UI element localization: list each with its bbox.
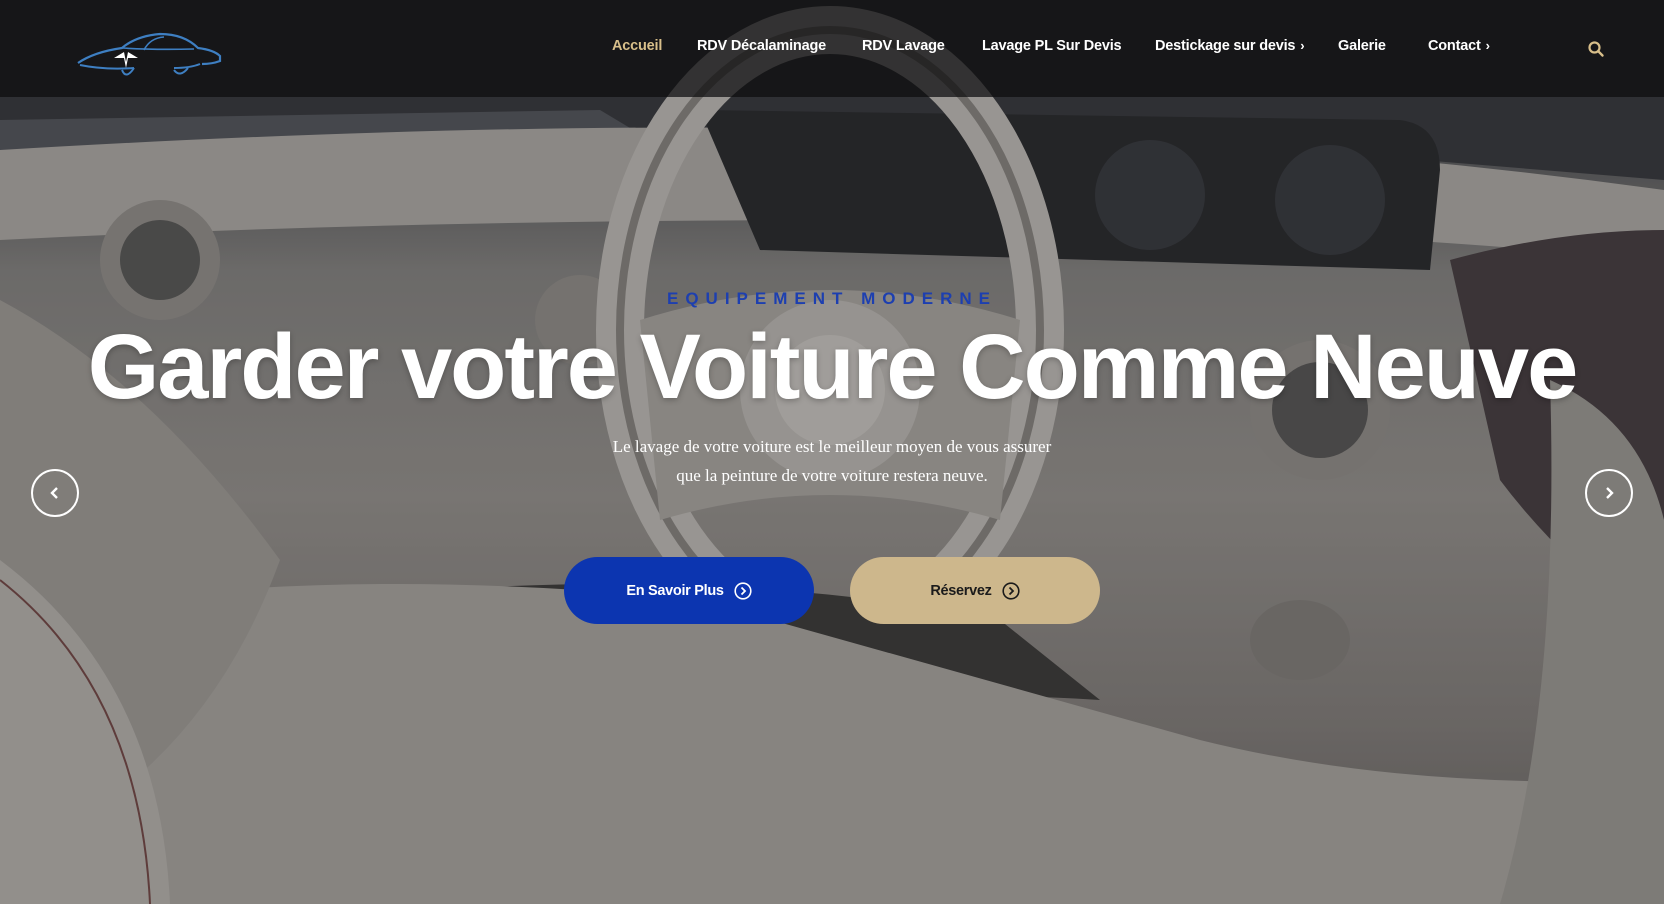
car-silhouette-logo[interactable] — [74, 28, 224, 88]
nav-item-lavage-pl[interactable]: Lavage PL Sur Devis — [982, 38, 1122, 54]
search-icon[interactable] — [1587, 40, 1605, 58]
chevron-right-icon: › — [1485, 38, 1490, 53]
nav-item-galerie[interactable]: Galerie — [1338, 38, 1386, 54]
nav-item-contact[interactable]: Contact › — [1428, 38, 1490, 54]
book-label: Réservez — [930, 582, 992, 599]
chevron-left-icon — [50, 487, 58, 499]
nav-item-label: Destickage sur devis — [1155, 38, 1296, 54]
hero-subtitle-line: que la peinture de votre voiture restera… — [676, 466, 988, 485]
nav-item-rdv-lavage[interactable]: RDV Lavage — [862, 38, 945, 54]
chevron-right-icon: › — [1300, 38, 1305, 53]
nav-item-label: Galerie — [1338, 38, 1386, 54]
hero-title: Garder votre Voiture Comme Neuve — [87, 316, 1579, 418]
book-button[interactable]: Réservez — [850, 557, 1100, 624]
site-header: Accueil RDV Décalaminage RDV Lavage Lava… — [0, 0, 1664, 97]
hero-subtitle-line: Le lavage de votre voiture est le meille… — [612, 437, 1052, 456]
chevron-right-icon — [1606, 487, 1614, 499]
nav-item-label: Contact — [1428, 38, 1481, 54]
nav-item-label: RDV Lavage — [862, 38, 945, 54]
chevron-circle-right-icon — [734, 581, 752, 600]
chevron-circle-right-icon — [1002, 581, 1020, 600]
nav-item-label: Lavage PL Sur Devis — [982, 38, 1122, 54]
nav-item-label: RDV Décalaminage — [697, 38, 826, 54]
slider-next-button[interactable] — [1585, 469, 1633, 517]
learn-more-label: En Savoir Plus — [626, 582, 724, 599]
slider-prev-button[interactable] — [31, 469, 79, 517]
nav-item-accueil[interactable]: Accueil — [612, 38, 662, 54]
learn-more-button[interactable]: En Savoir Plus — [564, 557, 814, 624]
hero-eyebrow: EQUIPEMENT MODERNE — [666, 289, 998, 308]
nav-item-rdv-decalaminage[interactable]: RDV Décalaminage — [697, 38, 826, 54]
nav-item-label: Accueil — [612, 38, 663, 54]
hero-subtitle: Le lavage de votre voiture est le meille… — [532, 432, 1132, 490]
nav-item-destickage[interactable]: Destickage sur devis › — [1155, 38, 1305, 54]
